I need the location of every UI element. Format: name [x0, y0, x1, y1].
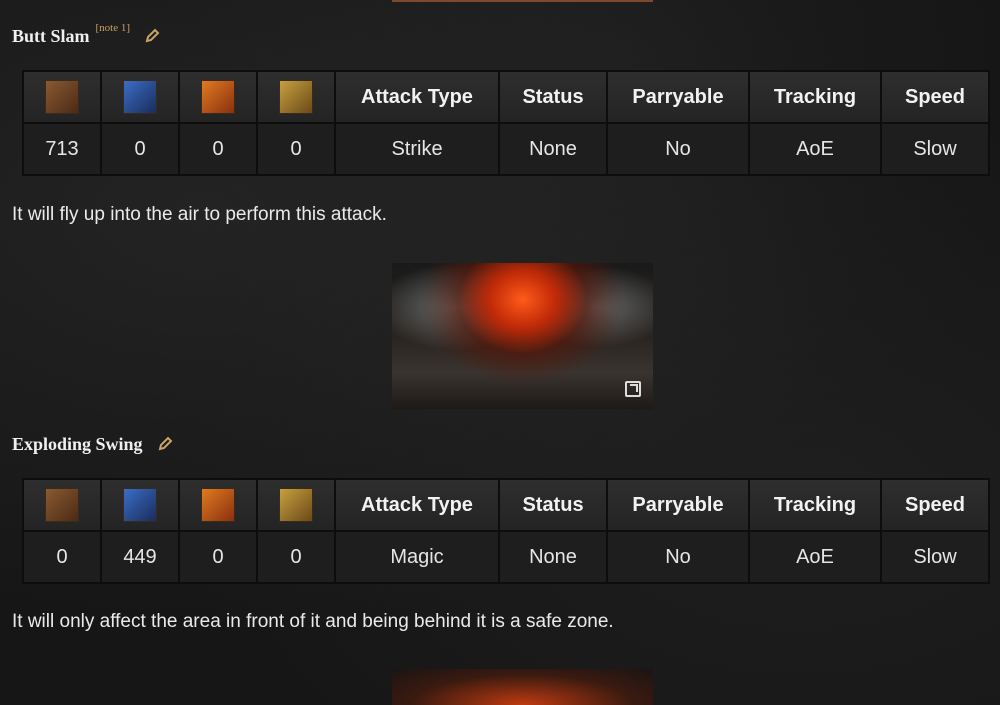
description-exploding-swing: It will only affect the area in front of…	[12, 611, 614, 632]
physical-damage-icon	[45, 80, 79, 114]
speed-header: Speed	[880, 70, 990, 124]
table-row: 713 0 0 0 Strike None No AoE Slow	[22, 122, 990, 176]
lightning-header	[256, 478, 336, 532]
lightning-value: 0	[256, 530, 336, 584]
section-title-text: Exploding Swing	[12, 434, 143, 454]
table-row: 0 449 0 0 Magic None No AoE Slow	[22, 530, 990, 584]
parryable-header: Parryable	[606, 478, 750, 532]
section-title-text: Butt Slam	[12, 26, 90, 46]
pencil-edit-icon[interactable]	[144, 28, 160, 44]
physical-header	[22, 70, 102, 124]
magic-header	[100, 70, 180, 124]
status-header: Status	[498, 70, 608, 124]
fire-value: 0	[178, 530, 258, 584]
speed-value: Slow	[880, 530, 990, 584]
magic-value: 449	[100, 530, 180, 584]
magic-damage-icon	[123, 488, 157, 522]
lightning-damage-icon	[279, 488, 313, 522]
fire-header	[178, 70, 258, 124]
lightning-value: 0	[256, 122, 336, 176]
description-butt-slam: It will fly up into the air to perform t…	[12, 204, 387, 225]
section-title-exploding-swing: Exploding Swing	[12, 434, 173, 455]
parryable-value: No	[606, 122, 750, 176]
attack-table-butt-slam: Attack Type Status Parryable Tracking Sp…	[22, 70, 990, 176]
physical-header	[22, 478, 102, 532]
table-header-row: Attack Type Status Parryable Tracking Sp…	[22, 70, 990, 124]
lightning-damage-icon	[279, 80, 313, 114]
tracking-link[interactable]: AoE	[748, 122, 882, 176]
pencil-edit-icon[interactable]	[157, 436, 173, 452]
attack-table-exploding-swing: Attack Type Status Parryable Tracking Sp…	[22, 478, 990, 584]
parryable-value: No	[606, 530, 750, 584]
speed-value: Slow	[880, 122, 990, 176]
attack-type-header: Attack Type	[334, 70, 500, 124]
physical-value: 0	[22, 530, 102, 584]
note-reference[interactable]: [note 1]	[96, 22, 131, 34]
attack-type-link[interactable]: Strike	[334, 122, 500, 176]
tracking-link[interactable]: AoE	[748, 530, 882, 584]
attack-image-thumbnail[interactable]	[392, 263, 653, 409]
physical-value: 713	[22, 122, 102, 176]
tracking-header: Tracking	[748, 478, 882, 532]
physical-damage-icon	[45, 488, 79, 522]
expand-image-icon[interactable]	[625, 381, 641, 397]
status-header: Status	[498, 478, 608, 532]
fire-damage-icon	[201, 80, 235, 114]
table-header-row: Attack Type Status Parryable Tracking Sp…	[22, 478, 990, 532]
magic-damage-icon	[123, 80, 157, 114]
speed-header: Speed	[880, 478, 990, 532]
magic-header	[100, 478, 180, 532]
lightning-header	[256, 70, 336, 124]
fire-header	[178, 478, 258, 532]
fire-value: 0	[178, 122, 258, 176]
next-image-thumbnail[interactable]	[392, 669, 653, 705]
tracking-header: Tracking	[748, 70, 882, 124]
fire-damage-icon	[201, 488, 235, 522]
attack-type-link[interactable]: Magic	[334, 530, 500, 584]
attack-type-header: Attack Type	[334, 478, 500, 532]
section-title-butt-slam: Butt Slam [note 1]	[12, 22, 160, 47]
status-value: None	[498, 122, 608, 176]
previous-image-edge	[392, 0, 653, 2]
magic-value: 0	[100, 122, 180, 176]
parryable-header: Parryable	[606, 70, 750, 124]
status-value: None	[498, 530, 608, 584]
